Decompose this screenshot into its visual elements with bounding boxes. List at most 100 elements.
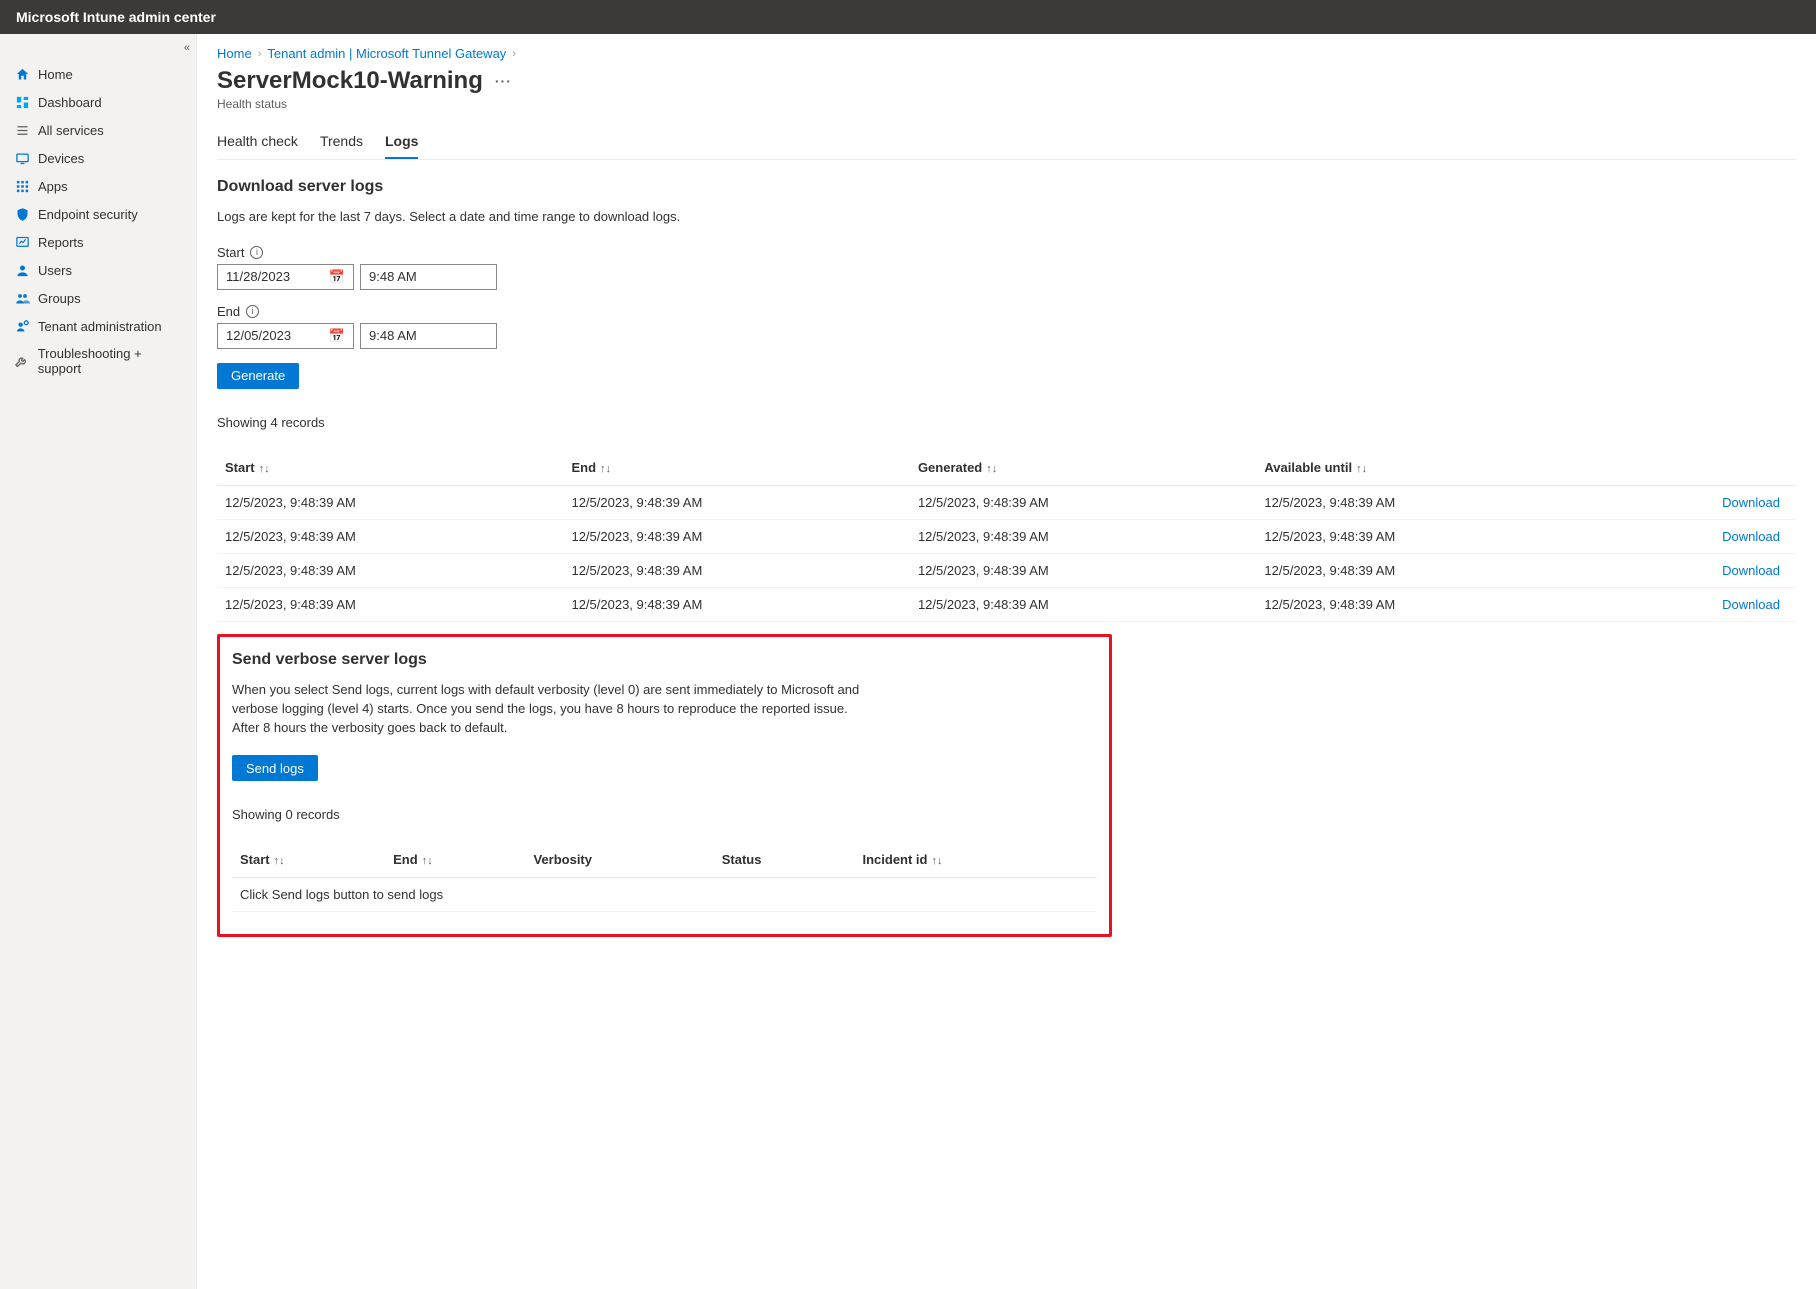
sort-icon: ↑↓ [986,463,997,475]
download-logs-desc: Logs are kept for the last 7 days. Selec… [217,208,857,227]
sidebar-item-endpoint-security[interactable]: Endpoint security [0,200,196,228]
calendar-icon: 📅 [329,328,345,344]
tab-health-check[interactable]: Health check [217,127,298,159]
tab-trends[interactable]: Trends [320,127,363,159]
download-link[interactable]: Download [1722,597,1780,612]
start-time-input[interactable]: 9:48 AM [360,264,497,290]
sidebar-item-label: Apps [38,179,68,194]
info-icon[interactable]: i [246,305,259,318]
apps-icon [14,178,30,194]
user-icon [14,262,30,278]
devices-icon [14,150,30,166]
vcol-start[interactable]: Start↑↓ [232,842,385,878]
verbose-table: Start↑↓ End↑↓ Verbosity Status Incident … [232,842,1097,912]
main-content: Home › Tenant admin | Microsoft Tunnel G… [197,34,1816,1289]
vcol-verbosity[interactable]: Verbosity [525,842,713,878]
all-services-icon [14,122,30,138]
cell-start: 12/5/2023, 9:48:39 AM [217,587,563,621]
table-row: 12/5/2023, 9:48:39 AM12/5/2023, 9:48:39 … [217,485,1796,519]
cell-generated: 12/5/2023, 9:48:39 AM [910,553,1256,587]
cell-generated: 12/5/2023, 9:48:39 AM [910,519,1256,553]
sort-icon: ↑↓ [422,855,433,867]
sort-icon: ↑↓ [274,855,285,867]
cell-end: 12/5/2023, 9:48:39 AM [563,587,909,621]
sidebar-item-apps[interactable]: Apps [0,172,196,200]
collapse-sidebar-icon[interactable]: « [184,42,190,54]
sidebar-item-label: Groups [38,291,81,306]
verbose-logs-section: Send verbose server logs When you select… [217,634,1112,938]
sidebar-item-tenant-admin[interactable]: Tenant administration [0,312,196,340]
breadcrumb-home[interactable]: Home [217,46,252,61]
sidebar-item-users[interactable]: Users [0,256,196,284]
sidebar-item-label: Reports [38,235,84,250]
sidebar-item-reports[interactable]: Reports [0,228,196,256]
start-date-input[interactable]: 11/28/2023 📅 [217,264,354,290]
col-available[interactable]: Available until↑↓ [1256,450,1602,486]
tenant-icon [14,318,30,334]
sort-icon: ↑↓ [931,855,942,867]
sidebar: « Home Dashboard All services Devices Ap… [0,34,197,1289]
generate-button[interactable]: Generate [217,363,299,389]
tab-logs[interactable]: Logs [385,127,418,159]
cell-start: 12/5/2023, 9:48:39 AM [217,485,563,519]
cell-start: 12/5/2023, 9:48:39 AM [217,553,563,587]
breadcrumb: Home › Tenant admin | Microsoft Tunnel G… [217,46,1796,61]
end-label: End i [217,304,1796,319]
col-generated[interactable]: Generated↑↓ [910,450,1256,486]
page-title: ServerMock10-Warning [217,67,483,95]
calendar-icon: 📅 [329,269,345,285]
end-time-input[interactable]: 9:48 AM [360,323,497,349]
shield-icon [14,206,30,222]
sidebar-item-troubleshooting[interactable]: Troubleshooting + support [0,340,196,382]
sidebar-item-home[interactable]: Home [0,60,196,88]
group-icon [14,290,30,306]
app-title: Microsoft Intune admin center [16,9,216,25]
download-link[interactable]: Download [1722,529,1780,544]
col-start[interactable]: Start↑↓ [217,450,563,486]
sort-icon: ↑↓ [259,463,270,475]
cell-available: 12/5/2023, 9:48:39 AM [1256,553,1602,587]
chevron-right-icon: › [512,48,516,60]
sidebar-item-groups[interactable]: Groups [0,284,196,312]
send-logs-button[interactable]: Send logs [232,755,318,781]
verbose-heading: Send verbose server logs [232,651,1097,669]
cell-available: 12/5/2023, 9:48:39 AM [1256,587,1602,621]
sidebar-item-label: Endpoint security [38,207,138,222]
sidebar-item-label: Tenant administration [38,319,162,334]
cell-generated: 12/5/2023, 9:48:39 AM [910,587,1256,621]
table-row: 12/5/2023, 9:48:39 AM12/5/2023, 9:48:39 … [217,519,1796,553]
end-date-input[interactable]: 12/05/2023 📅 [217,323,354,349]
dashboard-icon [14,94,30,110]
app-header: Microsoft Intune admin center [0,0,1816,34]
sidebar-item-label: All services [38,123,104,138]
records-count: Showing 4 records [217,415,1796,430]
table-row: 12/5/2023, 9:48:39 AM12/5/2023, 9:48:39 … [217,553,1796,587]
sort-icon: ↑↓ [600,463,611,475]
sidebar-item-devices[interactable]: Devices [0,144,196,172]
vcol-incident[interactable]: Incident id↑↓ [854,842,1097,878]
more-actions-icon[interactable]: ··· [495,73,512,89]
cell-available: 12/5/2023, 9:48:39 AM [1256,519,1602,553]
sidebar-item-dashboard[interactable]: Dashboard [0,88,196,116]
download-link[interactable]: Download [1722,495,1780,510]
cell-end: 12/5/2023, 9:48:39 AM [563,519,909,553]
cell-start: 12/5/2023, 9:48:39 AM [217,519,563,553]
cell-generated: 12/5/2023, 9:48:39 AM [910,485,1256,519]
download-link[interactable]: Download [1722,563,1780,578]
vcol-end[interactable]: End↑↓ [385,842,525,878]
col-end[interactable]: End↑↓ [563,450,909,486]
sidebar-item-all-services[interactable]: All services [0,116,196,144]
sidebar-item-label: Devices [38,151,84,166]
page-subtitle: Health status [217,97,1796,111]
breadcrumb-tenant[interactable]: Tenant admin | Microsoft Tunnel Gateway [267,46,506,61]
sidebar-item-label: Troubleshooting + support [38,346,186,376]
verbose-records-count: Showing 0 records [232,807,1097,822]
sort-icon: ↑↓ [1356,463,1367,475]
vcol-status[interactable]: Status [714,842,855,878]
verbose-empty-row: Click Send logs button to send logs [232,878,1097,912]
reports-icon [14,234,30,250]
tabs: Health check Trends Logs [217,127,1796,160]
info-icon[interactable]: i [250,246,263,259]
cell-available: 12/5/2023, 9:48:39 AM [1256,485,1602,519]
download-logs-heading: Download server logs [217,178,1796,196]
